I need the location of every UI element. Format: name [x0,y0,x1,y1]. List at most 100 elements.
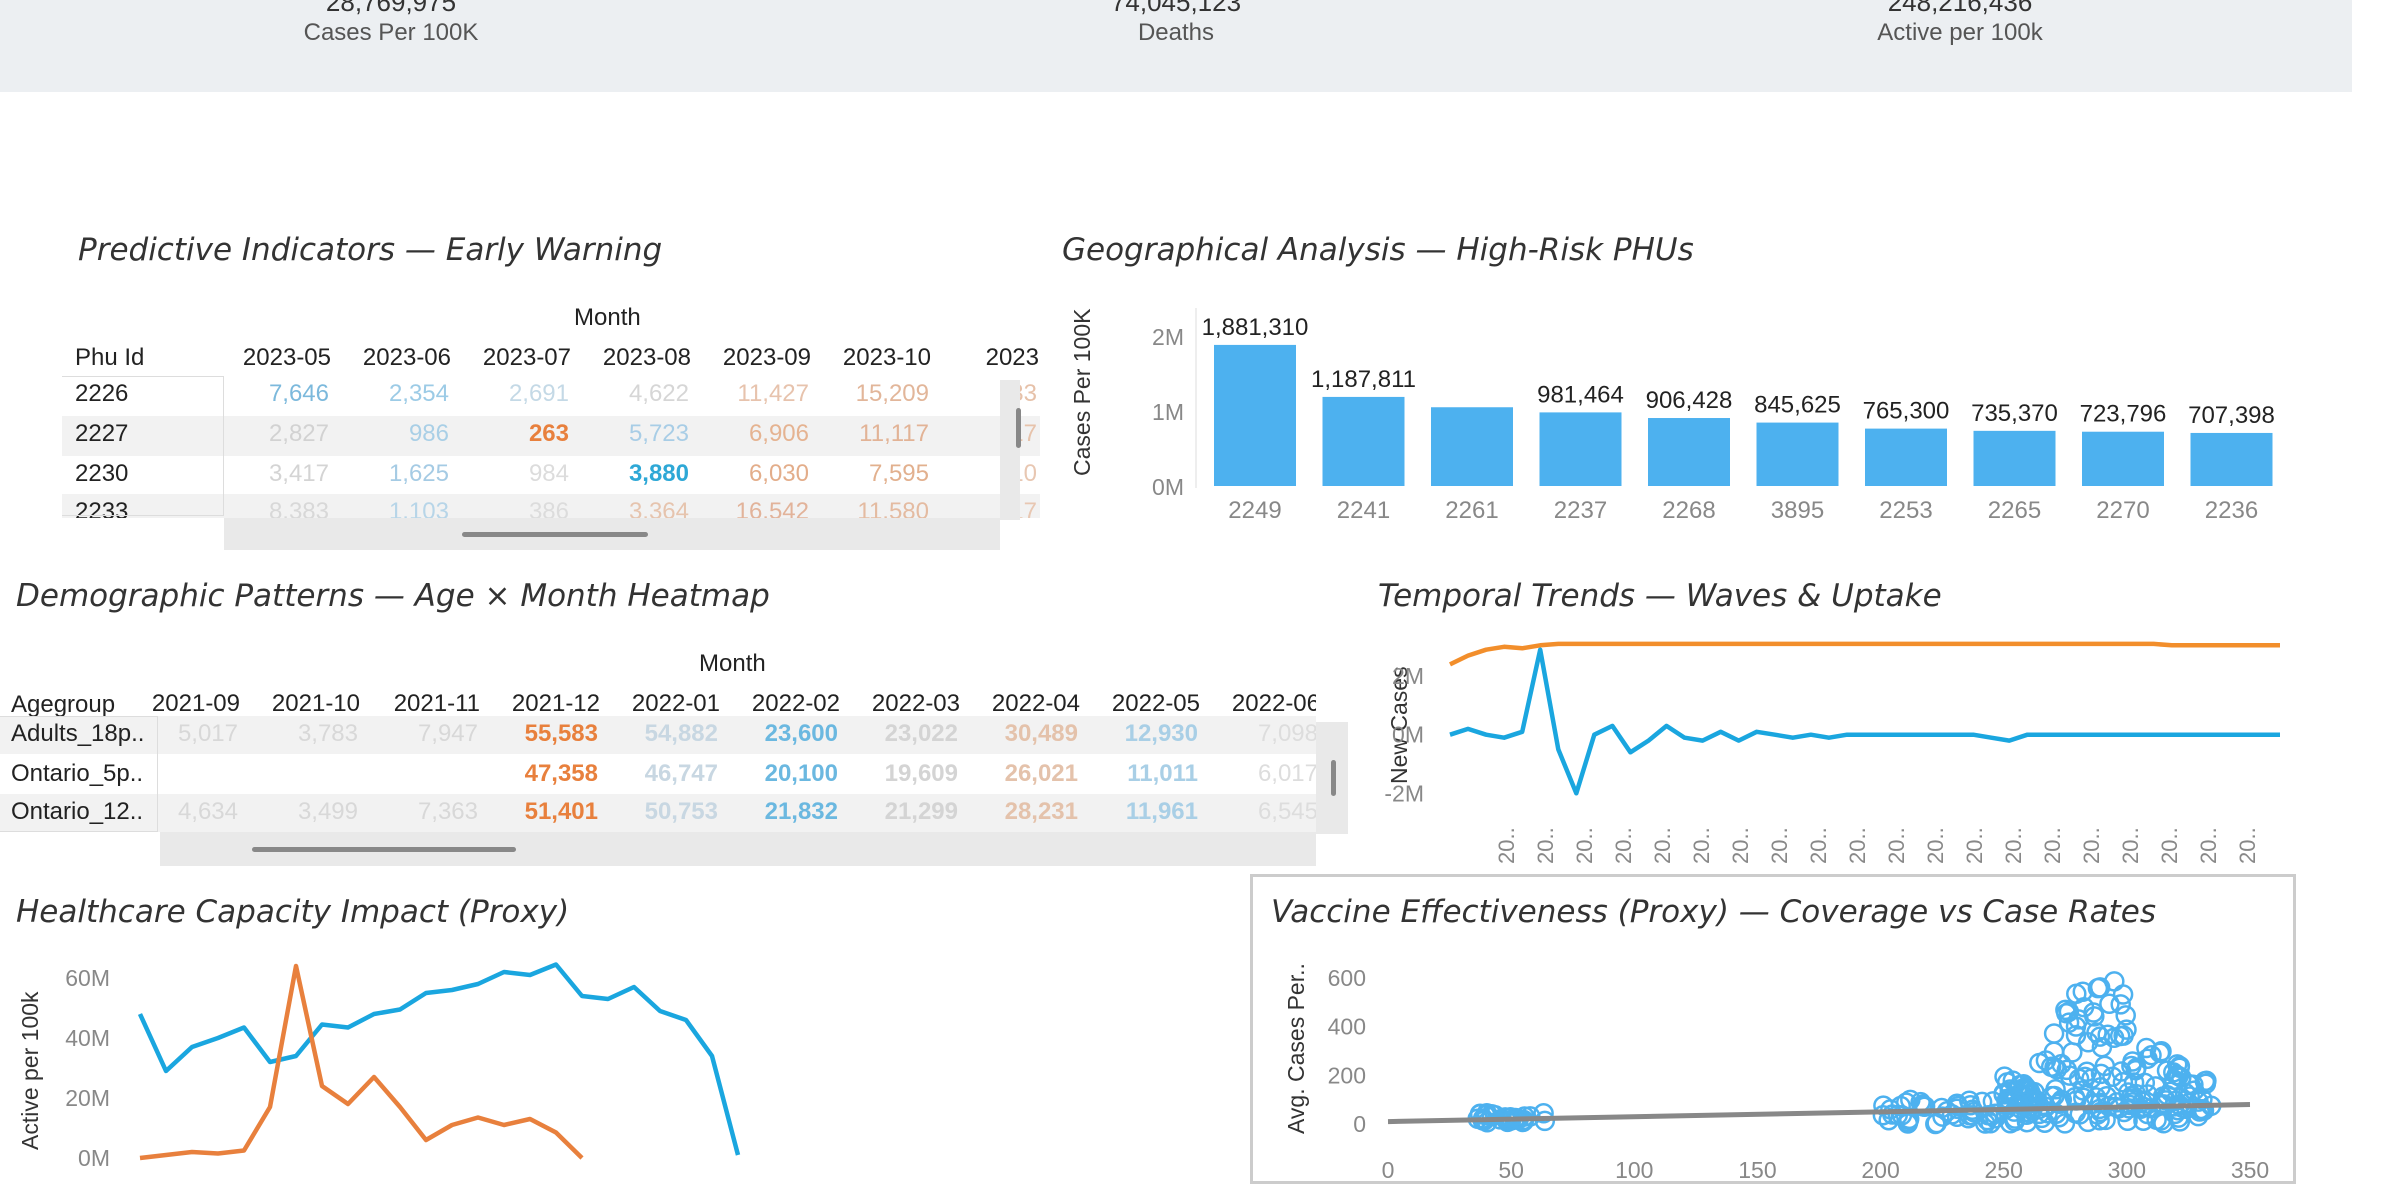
geo-bar[interactable] [1973,430,2056,486]
temporal-xtick: 20.. [1962,827,1987,864]
geo-ytick: 1M [1152,399,1184,425]
predictive-month-col: 2023 [985,344,1039,371]
temporal-xtick: 20.. [1806,827,1831,864]
table-cell: 386 [528,498,569,518]
demo-table[interactable]: 2021-09 2021-10 2021-11 2021-12 2022-01 2022-… [0,686,1316,832]
geo-bar[interactable] [1214,344,1296,486]
table-cell: 23,022 [884,720,958,747]
table-cell: 21,299 [884,798,958,825]
geo-bar[interactable] [1865,428,1947,486]
geo-xtick: 2261 [1445,497,1498,524]
table-cell: 16,542 [735,498,809,518]
table-cell: 19,609 [884,760,958,787]
geo-data-label: 845,625 [1754,392,1841,419]
table-cell: 986 [408,420,449,447]
temporal-uptake-line[interactable] [1449,641,2280,667]
geo-bar[interactable] [1539,412,1622,486]
predictive-month-header: Month [574,304,641,331]
demo-hscroll-thumb[interactable] [252,847,516,852]
table-cell: 3,880 [628,460,689,487]
healthcare-ylabel: Active per 100k [17,991,43,1150]
temporal-xtick: 20.. [2118,827,2143,864]
kpi-deaths[interactable]: 74,045,123 Deaths [996,0,1356,48]
healthcare-title: Healthcare Capacity Impact (Proxy) [16,894,570,930]
healthcare-ytick: 60M [65,965,110,991]
geo-data-label: 1,881,310 [1202,314,1309,341]
temporal-chart[interactable]: -2M 0M 2M 20.. 20.. 20.. 20.. 20.. 20.. 20.. 20.. 2… [1384,630,2320,870]
geo-data-label: 981,464 [1537,381,1624,408]
demo-vscroll-thumb[interactable] [1331,760,1336,796]
temporal-xtick: 20.. [1845,827,1870,864]
geo-data-label: 765,300 [1863,398,1950,425]
kpi-label: Deaths [1137,19,1215,46]
geo-xtick: 2237 [1554,497,1607,524]
table-cell: 20,100 [764,760,838,787]
temporal-xtick: 20.. [1494,827,1519,864]
geo-ylabel: Cases Per 100K [1069,308,1095,476]
demo-month-col: 2021-11 [393,690,480,717]
row-header-divider [62,376,224,516]
predictive-month-col: 2023-07 [482,344,571,371]
table-cell: 6,017 [1257,760,1316,787]
predictive-vscroll-thumb[interactable] [1016,408,1021,448]
temporal-xtick: 20.. [2079,827,2104,864]
vaccine-ytick: 200 [1328,1062,1366,1088]
vaccine-point[interactable] [2066,983,2087,1005]
vaccine-xtick: 350 [2231,1157,2269,1183]
kpi-cases[interactable]: 28,769,975 Cases Per 100K [211,0,571,48]
predictive-vscroll-track[interactable] [1000,380,1020,520]
temporal-xtick: 20.. [1572,827,1597,864]
temporal-xtick: 20.. [1611,827,1636,864]
temporal-xtick: 20.. [1689,827,1714,864]
vaccine-svg: 0 200 400 600 0 50 100 150 200 250 300 350 [1328,965,2270,1183]
temporal-xtick: 20.. [1650,827,1675,864]
geo-data-label: 723,796 [2080,401,2167,428]
healthcare-active-line[interactable] [137,962,741,1156]
kpi-value: 248,216,436 [1887,0,2033,17]
demo-month-header: Month [699,650,766,677]
kpi-value: 74,045,123 [1110,0,1242,17]
vaccine-title: Vaccine Effectiveness (Proxy) — Coverage… [1271,894,2156,930]
demo-title: Demographic Patterns — Age × Month Heatm… [16,578,770,614]
geo-bar[interactable] [2082,431,2164,486]
temporal-cases-line[interactable] [1449,647,2280,796]
healthcare-ytick: 0M [78,1145,110,1171]
geo-data-label: 906,428 [1646,387,1733,414]
geo-bar[interactable] [2190,432,2273,486]
geo-bar[interactable] [1756,422,1839,486]
predictive-month-col: 2023-06 [362,344,451,371]
predictive-table[interactable]: 2023-05 2023-06 2023-07 2023-08 2023-09 2023-… [62,340,1040,518]
table-cell: 30,489 [1004,720,1078,747]
geo-chart[interactable]: 0M 1M 2M 2249 1,881,310 2241 1,187,811 2261 2237… [1130,290,2310,530]
vaccine-xtick: 200 [1861,1157,1899,1183]
temporal-xtick: 20.. [1923,827,1948,864]
table-cell: 54,882 [644,720,718,747]
geo-bar[interactable] [1648,418,1730,486]
geo-xtick: 2270 [2096,497,2149,524]
kpi-active[interactable]: 248,216,436 Active per 100k [1780,0,2140,48]
healthcare-chart[interactable]: 0M 20M 40M 60M [50,950,810,1178]
kpi-band: 28,769,975 Cases Per 100K 74,045,123 Dea… [0,0,2352,92]
temporal-svg: -2M 0M 2M 20.. 20.. 20.. 20.. 20.. 20.. 20.. 20.. 2… [1384,641,2280,864]
temporal-xtick: 20.. [2196,827,2221,864]
table-cell: 51,401 [524,798,598,825]
temporal-ytick: 0M [1392,722,1424,748]
geo-xtick: 3895 [1771,497,1824,524]
geo-xtick: 2249 [1228,497,1281,524]
geo-bar[interactable] [1322,396,1405,486]
table-cell: 1,103 [388,498,449,518]
table-cell: 7,947 [417,720,478,747]
geo-bar[interactable] [1431,407,1513,486]
kpi-label: Cases Per 100K [303,19,479,46]
vaccine-point[interactable] [2062,1042,2083,1063]
table-cell: 21,832 [764,798,838,825]
table-cell: 2,691 [508,380,569,407]
healthcare-other-line[interactable] [139,963,584,1161]
vaccine-ytick: 0 [1353,1111,1366,1137]
vaccine-chart[interactable]: 0 200 400 600 0 50 100 150 200 250 300 350 [1320,950,2300,1183]
vaccine-point[interactable] [2043,1023,2065,1044]
table-cell: 6,030 [748,460,809,487]
demo-month-col: 2022-02 [751,690,840,717]
table-cell: 984 [528,460,569,487]
predictive-hscroll-thumb[interactable] [462,532,648,537]
